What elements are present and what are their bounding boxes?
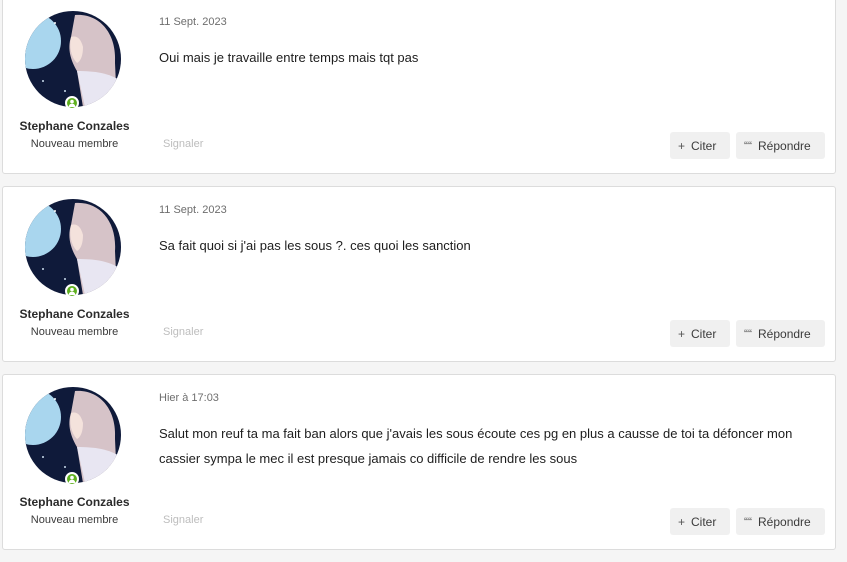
report-link[interactable]: Signaler: [163, 514, 203, 526]
quote-button-label: Citer: [691, 514, 717, 529]
plus-icon: +: [678, 326, 686, 341]
post-date[interactable]: 11 Sept. 2023: [159, 16, 227, 28]
message-post: Stephane Conzales Nouveau membre Hier à …: [2, 374, 836, 550]
message-user-cell: Stephane Conzales Nouveau membre: [3, 1, 146, 175]
username[interactable]: Stephane Conzales: [3, 495, 146, 509]
user-title: Nouveau membre: [30, 138, 119, 150]
post-date[interactable]: Hier à 17:03: [159, 392, 219, 404]
plus-icon: +: [678, 138, 686, 153]
user-title: Nouveau membre: [30, 514, 119, 526]
post-body: Sa fait quoi si j'ai pas les sous ?. ces…: [159, 238, 471, 253]
quote-button-label: Citer: [691, 326, 717, 341]
avatar[interactable]: [25, 387, 121, 486]
reply-button[interactable]: ““ Répondre: [736, 508, 825, 535]
quote-mark-icon: ““: [744, 514, 752, 529]
plus-icon: +: [678, 514, 686, 529]
message-post: Stephane Conzales Nouveau membre 11 Sept…: [2, 0, 836, 174]
report-link[interactable]: Signaler: [163, 326, 203, 338]
user-title: Nouveau membre: [30, 326, 119, 338]
quote-mark-icon: ““: [744, 326, 752, 341]
avatar[interactable]: [25, 11, 121, 110]
username[interactable]: Stephane Conzales: [3, 307, 146, 321]
avatar-image: [25, 11, 121, 107]
reply-button[interactable]: ““ Répondre: [736, 132, 825, 159]
avatar-image: [25, 387, 121, 483]
quote-button[interactable]: + Citer: [670, 508, 730, 535]
avatar-image: [25, 199, 121, 295]
online-status-icon: [65, 96, 79, 110]
username[interactable]: Stephane Conzales: [3, 119, 146, 133]
quote-button-label: Citer: [691, 138, 717, 153]
avatar[interactable]: [25, 199, 121, 298]
report-link[interactable]: Signaler: [163, 138, 203, 150]
message-user-cell: Stephane Conzales Nouveau membre: [3, 377, 146, 551]
post-body: Oui mais je travaille entre temps mais t…: [159, 50, 419, 65]
post-body: Salut mon reuf ta ma fait ban alors que …: [159, 426, 793, 466]
quote-mark-icon: ““: [744, 138, 752, 153]
reply-button-label: Répondre: [758, 514, 811, 529]
online-status-icon: [65, 472, 79, 486]
reply-button-label: Répondre: [758, 326, 811, 341]
online-status-icon: [65, 284, 79, 298]
message-user-cell: Stephane Conzales Nouveau membre: [3, 189, 146, 363]
quote-button[interactable]: + Citer: [670, 132, 730, 159]
post-date[interactable]: 11 Sept. 2023: [159, 204, 227, 216]
reply-button-label: Répondre: [758, 138, 811, 153]
message-post: Stephane Conzales Nouveau membre 11 Sept…: [2, 186, 836, 362]
quote-button[interactable]: + Citer: [670, 320, 730, 347]
reply-button[interactable]: ““ Répondre: [736, 320, 825, 347]
